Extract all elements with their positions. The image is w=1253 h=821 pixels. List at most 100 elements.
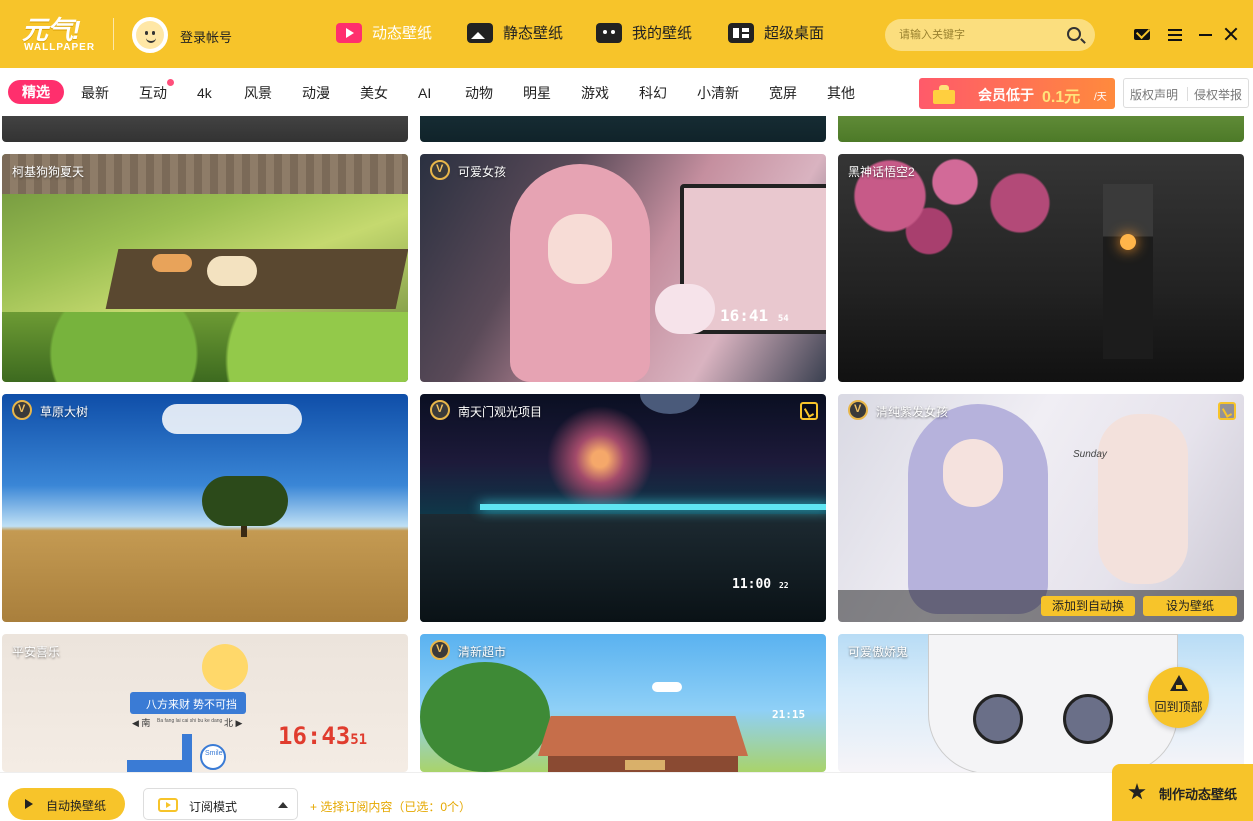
choose-subscription-link[interactable]: + 选择订阅内容（已选：0个） [310,798,471,815]
make-dynamic-wallpaper-button[interactable]: 制作动态壁纸 [1112,764,1253,821]
wallpaper-overlay-text: Sunday [1073,449,1107,460]
search-box [885,19,1095,51]
mode-label: 订阅模式 [189,800,238,814]
vip-badge-icon [430,160,450,180]
add-to-auto-switch-button[interactable]: 添加到自动换 [1041,596,1135,616]
tile-title: 南天门观光项目 [458,405,543,419]
vip-unit: /天 [1094,92,1107,103]
wallpaper-clock: 21:15 [772,708,806,721]
divider [113,18,114,50]
nav-label: 静态壁纸 [503,25,564,42]
vip-badge-icon [12,400,32,420]
wallpaper-grid: 柯基狗狗夏天 16:41 54 可爱女孩 黑神话悟空2 草原大树 11:00 2… [0,116,1253,772]
category-anime[interactable]: 动漫 [302,82,330,104]
vip-promo-banner[interactable]: 会员低于 0.1元 /天 [919,78,1115,109]
wallpaper-tile-wukong[interactable]: 黑神话悟空2 [838,154,1244,382]
wallpaper-clock: 16:4351 [278,722,368,750]
mail-icon[interactable] [1132,24,1152,44]
nav-dynamic-wallpaper[interactable]: 动态壁纸 [336,22,432,43]
close-icon[interactable] [1221,24,1241,44]
nav-label: 动态壁纸 [372,25,433,42]
category-stars[interactable]: 明星 [523,82,551,104]
arrow-up-icon [1170,675,1188,691]
divider [1187,87,1188,101]
category-latest[interactable]: 最新 [81,82,109,104]
category-widescreen[interactable]: 宽屏 [769,82,797,104]
search-input[interactable] [899,25,1059,45]
play-video-icon [336,22,362,43]
tile-title: 平安喜乐 [12,645,61,659]
category-games[interactable]: 游戏 [581,82,609,104]
smiley-face-icon [136,21,164,49]
category-ai[interactable]: AI [418,82,431,104]
interactive-effect-icon [800,402,818,420]
wallpaper-tile-grassland-tree[interactable]: 草原大树 [2,394,408,622]
wallpaper-tile[interactable] [838,116,1244,142]
top-bar: 元气! WALLPAPER 登录帐号 动态壁纸 静态壁纸 我的壁纸 超级桌面 [0,0,1253,68]
wallpaper-banner-sub: Ba fang lai cai shi bu ke dang [157,718,223,724]
auto-switch-label: 自动换壁纸 [46,799,107,813]
back-to-top-button[interactable]: 回到顶部 [1148,667,1209,728]
subscription-mode-select[interactable]: 订阅模式 [143,788,298,820]
report-link[interactable]: 侵权举报 [1194,86,1242,103]
wallpaper-tile[interactable] [2,116,408,142]
nav-super-desktop[interactable]: 超级桌面 [728,22,824,43]
set-wallpaper-button[interactable]: 设为壁纸 [1143,596,1237,616]
tile-title: 柯基狗狗夏天 [12,165,85,179]
tv-icon [158,798,178,812]
nav-my-wallpaper[interactable]: 我的壁纸 [596,22,692,43]
image-icon [467,22,493,43]
back-to-top-label: 回到顶部 [1154,700,1203,714]
tile-title: 可爱傲娇鬼 [848,645,909,659]
category-scifi[interactable]: 科幻 [639,82,667,104]
wallpaper-tile-purple-hair-girl[interactable]: Sunday 清纯紫发女孩 添加到自动换 设为壁纸 [838,394,1244,622]
search-icon[interactable] [1067,27,1081,41]
wallpaper-tile-peace-joy[interactable]: 八方来财 势不可挡 Ba fang lai cai shi bu ke dang… [2,634,408,772]
play-icon [25,799,33,809]
wallpaper-tile-space-gate[interactable]: 11:00 22 南天门观光项目 [420,394,826,622]
menu-icon[interactable] [1165,24,1185,44]
category-other[interactable]: 其他 [827,82,855,104]
category-featured[interactable]: 精选 [8,80,64,104]
category-interactive[interactable]: 互动 [139,82,167,104]
legal-links: 版权声明 侵权举报 [1123,78,1249,108]
wallpaper-tile-fresh-market[interactable]: 21:15 清新超市 [420,634,826,772]
vip-badge-icon [430,400,450,420]
minimize-icon[interactable] [1196,24,1216,44]
category-beauty[interactable]: 美女 [360,82,388,104]
magic-wand-icon [1126,781,1150,805]
auto-switch-button[interactable]: 自动换壁纸 [8,788,125,820]
gift-icon [925,82,965,104]
wallpaper-smile-text: Smile [205,750,223,757]
app-window: 元气! WALLPAPER 登录帐号 动态壁纸 静态壁纸 我的壁纸 超级桌面 请… [0,0,1253,821]
copyright-link[interactable]: 版权声明 [1130,86,1178,103]
vip-text: 会员低于 [978,87,1034,103]
wallpaper-north-label: 北 ▶ [224,718,243,728]
desktop-icon [728,22,754,43]
app-logo[interactable]: 元气! WALLPAPER [22,10,98,56]
wallpaper-tile-cute-girl[interactable]: 16:41 54 可爱女孩 [420,154,826,382]
category-scenery[interactable]: 风景 [244,82,272,104]
wallpaper-tile[interactable] [420,116,826,142]
nav-label: 超级桌面 [764,25,825,42]
category-animals[interactable]: 动物 [465,82,493,104]
nav-label: 我的壁纸 [632,25,693,42]
avatar[interactable] [132,17,168,53]
logo-sub: WALLPAPER [24,42,96,53]
tile-title: 黑神话悟空2 [848,165,915,179]
new-dot-badge [167,79,174,86]
wallpaper-tile-corgi[interactable]: 柯基狗狗夏天 [2,154,408,382]
tile-title: 清新超市 [458,645,507,659]
nav-static-wallpaper[interactable]: 静态壁纸 [467,22,563,43]
login-link[interactable]: 登录帐号 [180,27,232,46]
category-fresh[interactable]: 小清新 [697,82,739,104]
make-dynamic-label: 制作动态壁纸 [1159,787,1238,802]
category-4k[interactable]: 4k [197,82,212,104]
wallpaper-clock: 16:41 54 [720,306,789,325]
vip-badge-icon [848,400,868,420]
wallpaper-banner-text: 八方来财 势不可挡 [146,699,238,711]
tile-title: 可爱女孩 [458,165,507,179]
wallpaper-south-label: ◀ 南 [132,718,151,728]
tile-title: 清纯紫发女孩 [876,405,949,419]
vip-badge-icon [430,640,450,660]
